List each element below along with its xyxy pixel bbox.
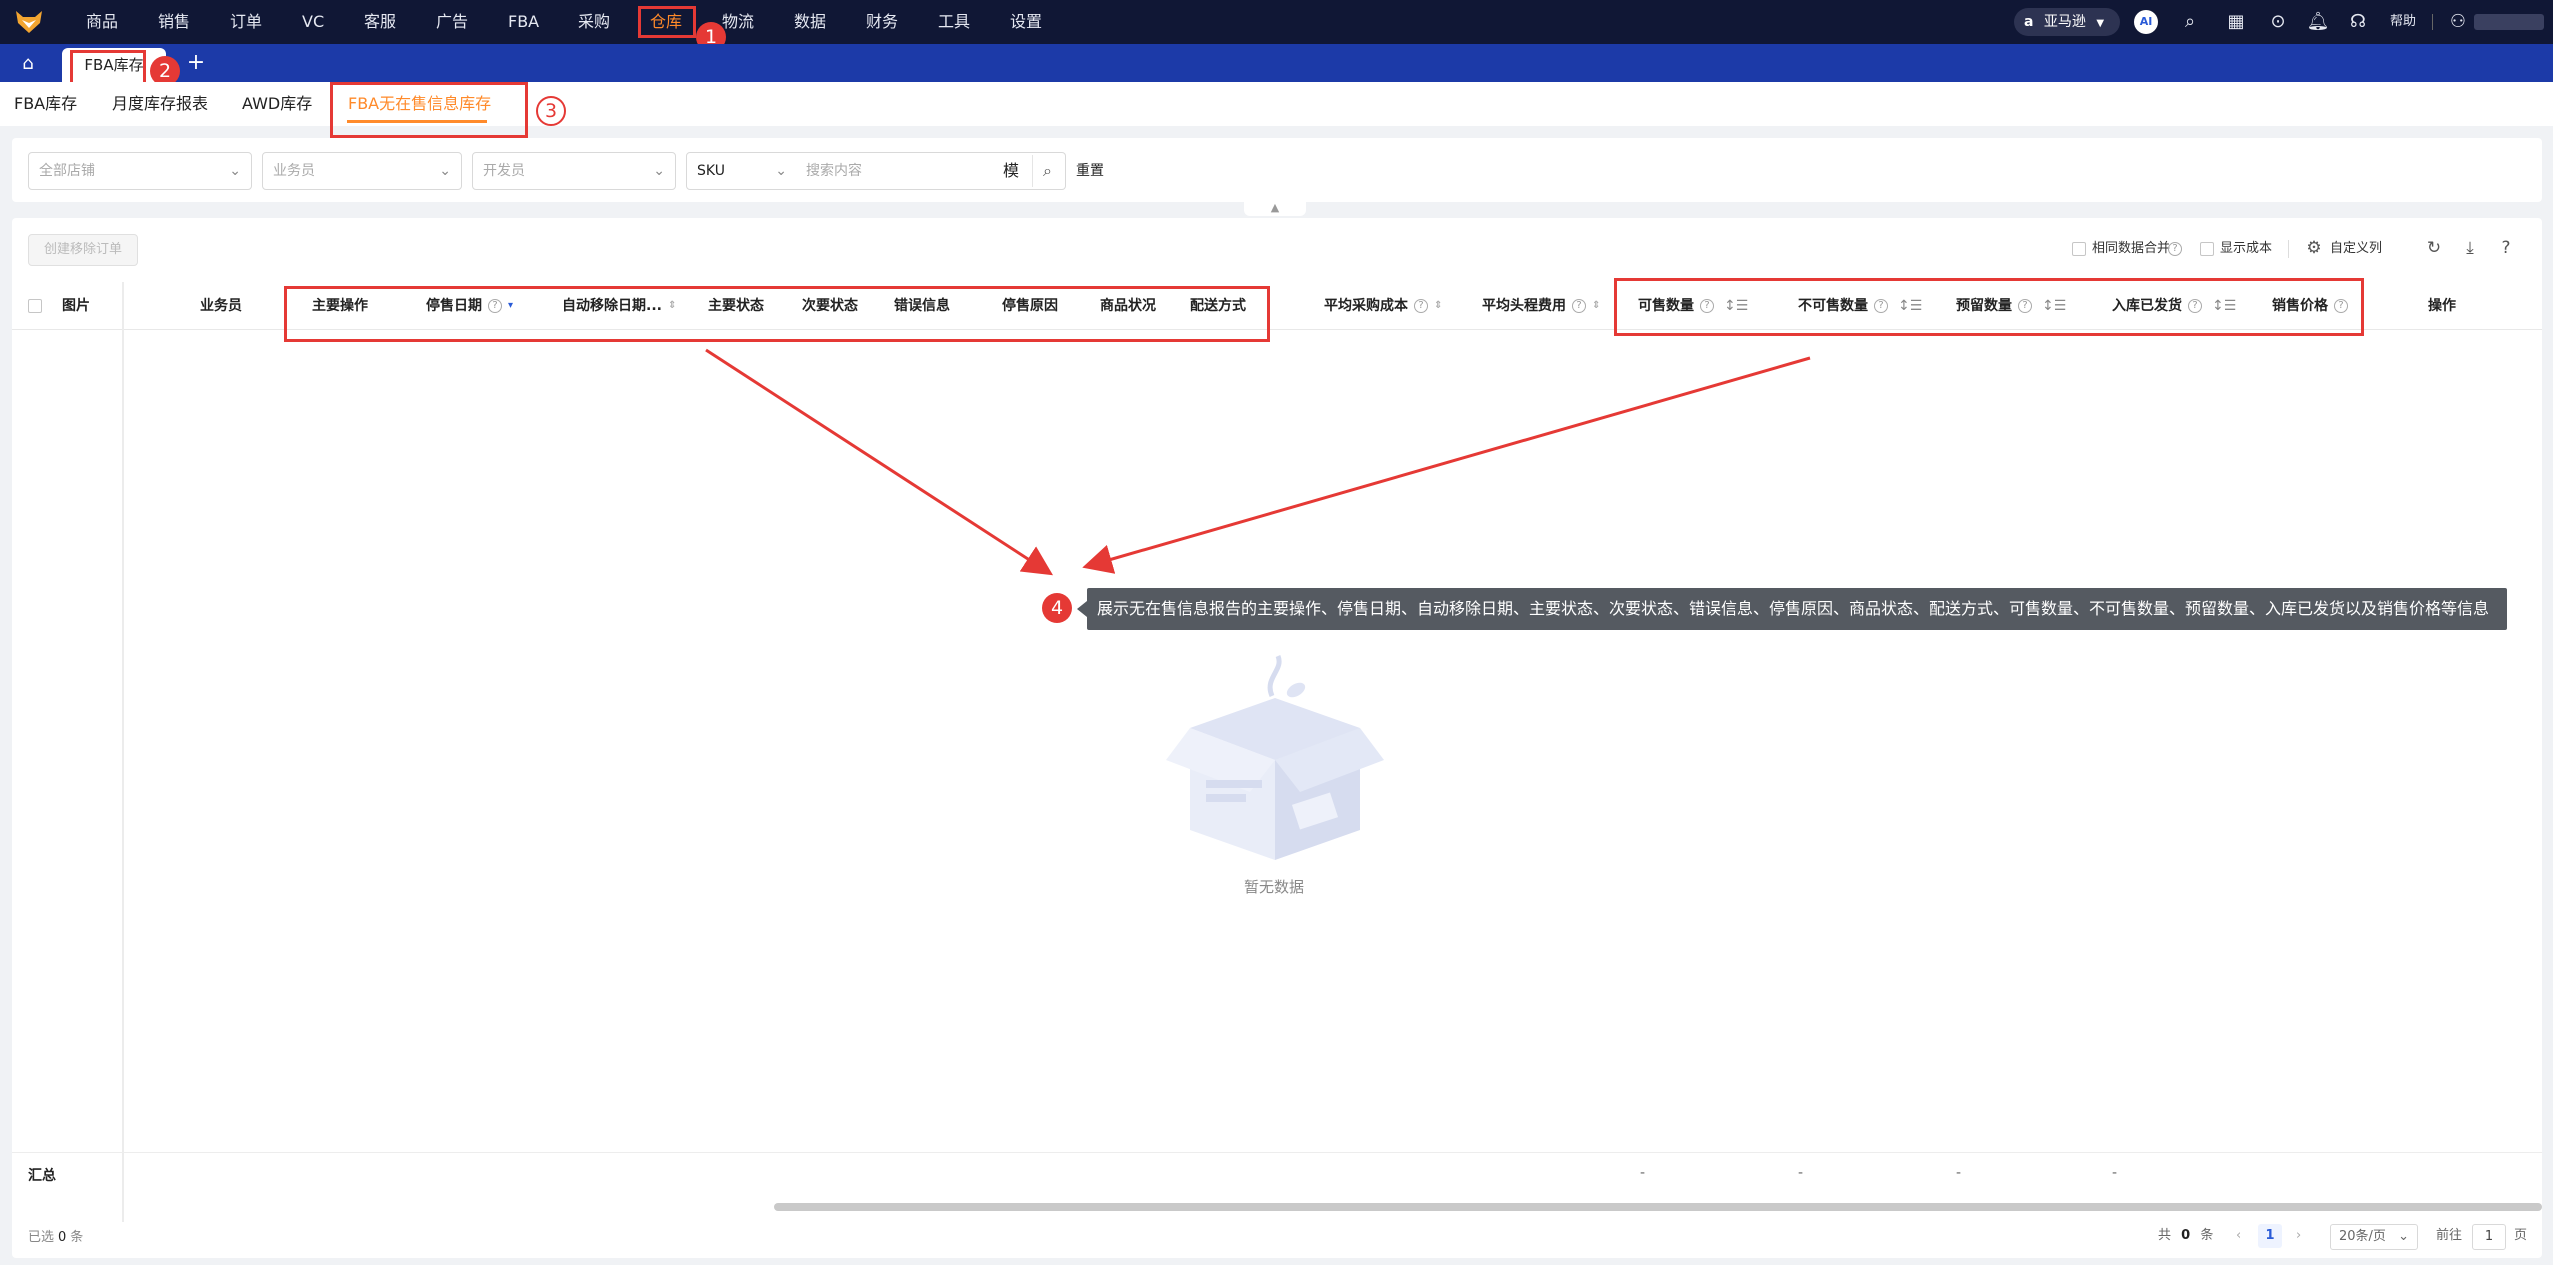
summary-reserved-qty: - bbox=[1956, 1165, 1962, 1181]
next-page-icon[interactable]: › bbox=[2296, 1222, 2301, 1250]
annotation-arrow-left bbox=[705, 348, 1054, 576]
summary-unsellable-qty: - bbox=[1798, 1165, 1804, 1181]
summary-label: 汇总 bbox=[28, 1168, 56, 1184]
annotation-badge-4: 4 bbox=[1042, 593, 1072, 623]
total-count: 共 0 条 bbox=[2158, 1222, 2213, 1250]
callout-pointer bbox=[1077, 601, 1087, 617]
empty-state-text: 暂无数据 bbox=[1244, 878, 1305, 896]
horizontal-scrollbar[interactable] bbox=[774, 1203, 2542, 1211]
selected-count: 已选 0 条 bbox=[28, 1226, 83, 1245]
page-number-current[interactable]: 1 bbox=[2258, 1224, 2282, 1248]
empty-box-illustration-icon bbox=[1166, 655, 1384, 860]
annotation-arrow-right bbox=[1082, 356, 1811, 574]
page-size-select[interactable]: 20条/页 ⌄ bbox=[2330, 1224, 2418, 1250]
selected-count-value: 0 bbox=[58, 1230, 67, 1245]
total-suffix: 条 bbox=[2200, 1228, 2214, 1243]
page-suffix-label: 页 bbox=[2514, 1228, 2528, 1243]
summary-sellable-qty: - bbox=[1640, 1165, 1646, 1181]
summary-inbound-shipped: - bbox=[2112, 1165, 2118, 1181]
selected-suffix: 条 bbox=[70, 1230, 84, 1245]
summary-row bbox=[12, 1152, 2542, 1202]
page-size-value: 20条/页 bbox=[2339, 1229, 2386, 1244]
selected-prefix: 已选 bbox=[28, 1230, 55, 1245]
total-count-value: 0 bbox=[2181, 1228, 2191, 1243]
goto-page-input[interactable]: 1 bbox=[2472, 1224, 2506, 1250]
goto-label: 前往 bbox=[2436, 1228, 2463, 1243]
total-prefix: 共 bbox=[2158, 1228, 2172, 1243]
annotation-arrows bbox=[705, 348, 1811, 576]
prev-page-icon[interactable]: ‹ bbox=[2236, 1222, 2241, 1250]
chevron-down-icon: ⌄ bbox=[2398, 1229, 2409, 1244]
annotation-callout: 展示无在售信息报告的主要操作、停售日期、自动移除日期、主要状态、次要状态、错误信… bbox=[1087, 588, 2507, 630]
